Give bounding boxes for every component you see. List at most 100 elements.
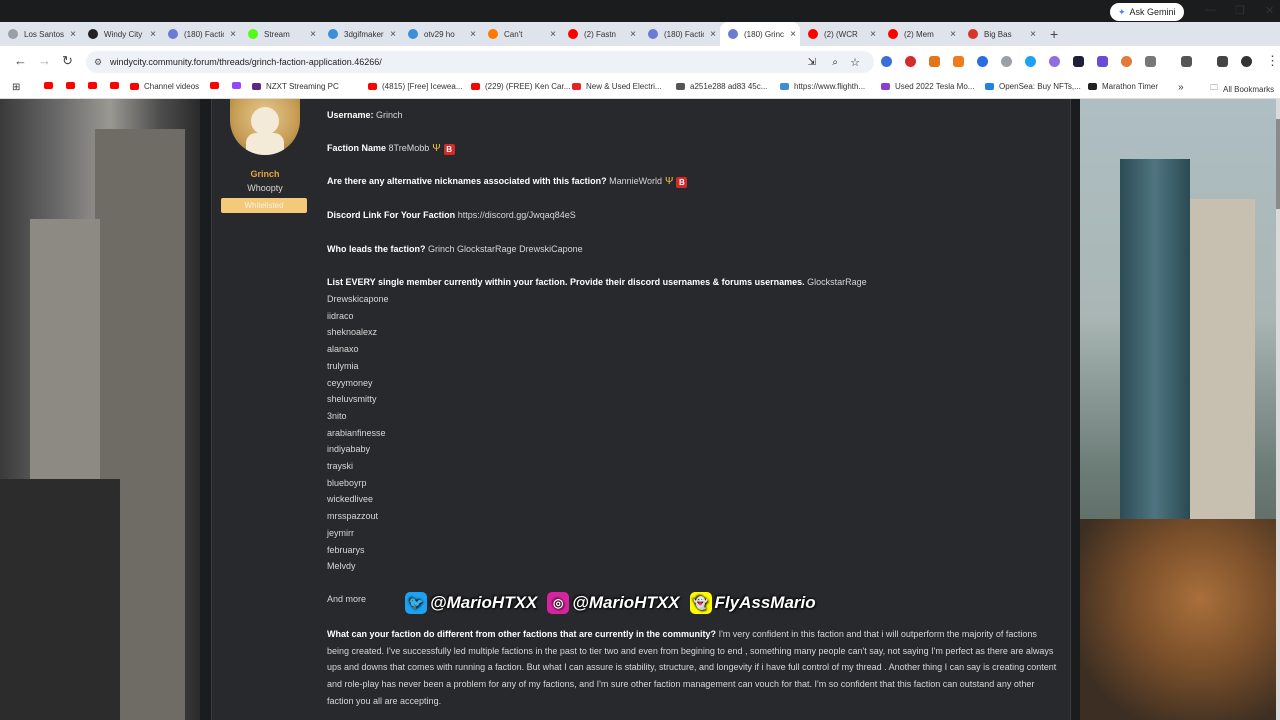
- browser-tab[interactable]: Los Santos ×: [0, 22, 80, 46]
- tab-close-icon[interactable]: ×: [310, 29, 316, 40]
- bookmark-item[interactable]: https://www.flighth...: [780, 82, 865, 91]
- tab-title: Can't: [504, 29, 523, 39]
- tab-close-icon[interactable]: ×: [390, 29, 396, 40]
- browser-tab[interactable]: (2) Mem ×: [880, 22, 960, 46]
- username-line: Username: Grinch: [327, 110, 403, 120]
- bookmark-favicon-icon: [210, 82, 219, 89]
- extension-icon[interactable]: [1001, 56, 1012, 67]
- difference-value: I'm very confident in this faction and t…: [327, 629, 1057, 706]
- menu-kebab-icon[interactable]: ⋮: [1266, 53, 1279, 69]
- tab-close-icon[interactable]: ×: [70, 29, 76, 40]
- scrollbar-thumb[interactable]: [1276, 119, 1280, 209]
- browser-tab[interactable]: (2) Fastn ×: [560, 22, 640, 46]
- post-author-name[interactable]: Grinch: [212, 169, 318, 179]
- forward-icon[interactable]: →: [38, 53, 51, 68]
- tab-close-icon[interactable]: ×: [150, 29, 156, 40]
- tab-close-icon[interactable]: ×: [950, 29, 956, 40]
- bookmark-item[interactable]: [210, 82, 224, 89]
- extension-icon[interactable]: [1121, 56, 1132, 67]
- reload-icon[interactable]: ↻: [62, 53, 73, 69]
- tab-close-icon[interactable]: ×: [630, 29, 636, 40]
- bookmark-favicon-icon: [471, 83, 480, 90]
- browser-tab[interactable]: 3dgifmaker ×: [320, 22, 400, 46]
- tab-favicon-icon: [968, 29, 978, 39]
- bookmark-item[interactable]: Channel videos: [130, 82, 199, 91]
- bookmark-item[interactable]: [110, 82, 124, 89]
- member-name: iidraco: [327, 310, 354, 321]
- bookmark-item[interactable]: [88, 82, 102, 89]
- tab-close-icon[interactable]: ×: [1030, 29, 1036, 40]
- bookmark-label: NZXT Streaming PC: [266, 82, 339, 91]
- extension-icon[interactable]: [1073, 56, 1084, 67]
- tab-title: (180) Grinch: [744, 29, 784, 39]
- site-info-icon[interactable]: ⚙: [94, 57, 102, 68]
- more-bookmarks-icon[interactable]: »: [1178, 82, 1184, 93]
- bookmark-item[interactable]: New & Used Electri...: [572, 82, 662, 91]
- ask-gemini-button[interactable]: ✦ Ask Gemini: [1110, 3, 1184, 21]
- browser-tab[interactable]: (180) Faction ×: [640, 22, 720, 46]
- tab-strip: Los Santos×Windy City×(180) Faction×Stre…: [0, 22, 1280, 46]
- tab-close-icon[interactable]: ×: [550, 29, 556, 40]
- extension-icon[interactable]: [881, 56, 892, 67]
- metamask-icon[interactable]: [929, 56, 940, 67]
- extension-icon[interactable]: [977, 56, 988, 67]
- bookmark-item[interactable]: Marathon Timer: [1088, 82, 1158, 91]
- profile-avatar[interactable]: [1241, 56, 1252, 67]
- browser-tab[interactable]: otv29 ho ×: [400, 22, 480, 46]
- tab-close-icon[interactable]: ×: [230, 29, 236, 40]
- nickname-line: Are there any alternative nicknames asso…: [327, 176, 688, 188]
- bookmark-item[interactable]: [66, 82, 80, 89]
- address-bar[interactable]: ⚙ windycity.community.forum/threads/grin…: [86, 51, 874, 73]
- sidepanel-icon[interactable]: [1181, 56, 1192, 67]
- bookmark-item[interactable]: NZXT Streaming PC: [252, 82, 339, 91]
- tab-favicon-icon: [168, 29, 178, 39]
- difference-label: What can your faction do different from …: [327, 629, 717, 639]
- all-bookmarks[interactable]: 🗀 All Bookmarks: [1210, 82, 1274, 96]
- browser-tab[interactable]: (180) Grinch ×: [720, 22, 800, 46]
- extension-icon[interactable]: [1025, 56, 1036, 67]
- bookmark-favicon-icon: [676, 83, 685, 90]
- tab-title: (180) Faction: [664, 29, 704, 39]
- browser-tab[interactable]: Can't ×: [480, 22, 560, 46]
- restore-icon[interactable]: ❐: [1235, 4, 1245, 17]
- new-tab-icon[interactable]: +: [1050, 26, 1058, 42]
- back-icon[interactable]: ←: [14, 53, 27, 68]
- browser-tab[interactable]: (2) (WCR ×: [800, 22, 880, 46]
- bookmark-item[interactable]: (4815) [Free] Icewea...: [368, 82, 462, 91]
- watermark-handle: @MarioHTXX: [430, 593, 538, 612]
- zoom-icon[interactable]: ⌕: [832, 57, 838, 68]
- faction-name-label: Faction Name: [327, 143, 387, 153]
- nickname-value: MannieWorld: [609, 176, 662, 186]
- member-name: ceyymoney: [327, 377, 373, 388]
- browser-tab[interactable]: (180) Faction ×: [160, 22, 240, 46]
- extension-icon[interactable]: [905, 56, 916, 67]
- tab-search-icon[interactable]: [1217, 56, 1228, 67]
- extension-icon[interactable]: [953, 56, 964, 67]
- close-window-icon[interactable]: ✕: [1265, 4, 1274, 17]
- apps-grid-icon[interactable]: ⊞: [12, 82, 20, 93]
- bookmark-item[interactable]: [44, 82, 58, 89]
- browser-tab[interactable]: Big Bas ×: [960, 22, 1040, 46]
- avatar[interactable]: [230, 99, 300, 155]
- install-icon[interactable]: ⇲: [808, 57, 816, 68]
- browser-tab[interactable]: Stream ×: [240, 22, 320, 46]
- minimize-icon[interactable]: —: [1205, 4, 1216, 16]
- extension-icon[interactable]: [1049, 56, 1060, 67]
- twitter-icon: 🐦: [405, 592, 427, 614]
- bookmark-item[interactable]: (229) (FREE) Ken Car...: [471, 82, 570, 91]
- bookmark-star-icon[interactable]: ☆: [850, 56, 860, 69]
- tab-close-icon[interactable]: ×: [870, 29, 876, 40]
- extension-icon[interactable]: [1097, 56, 1108, 67]
- tab-close-icon[interactable]: ×: [470, 29, 476, 40]
- bookmark-item[interactable]: Used 2022 Tesla Mo...: [881, 82, 974, 91]
- member-name: trayski: [327, 461, 354, 471]
- tab-close-icon[interactable]: ×: [790, 29, 796, 40]
- bookmark-item[interactable]: [232, 82, 246, 89]
- members-label: List EVERY single member currently withi…: [327, 277, 805, 287]
- discord-link[interactable]: https://discord.gg/Jwqaq84eS: [458, 210, 576, 220]
- bookmark-item[interactable]: OpenSea: Buy NFTs,...: [985, 82, 1081, 91]
- extensions-puzzle-icon[interactable]: [1145, 56, 1156, 67]
- browser-tab[interactable]: Windy City ×: [80, 22, 160, 46]
- bookmark-item[interactable]: a251e288 ad83 45c...: [676, 82, 767, 91]
- tab-close-icon[interactable]: ×: [710, 29, 716, 40]
